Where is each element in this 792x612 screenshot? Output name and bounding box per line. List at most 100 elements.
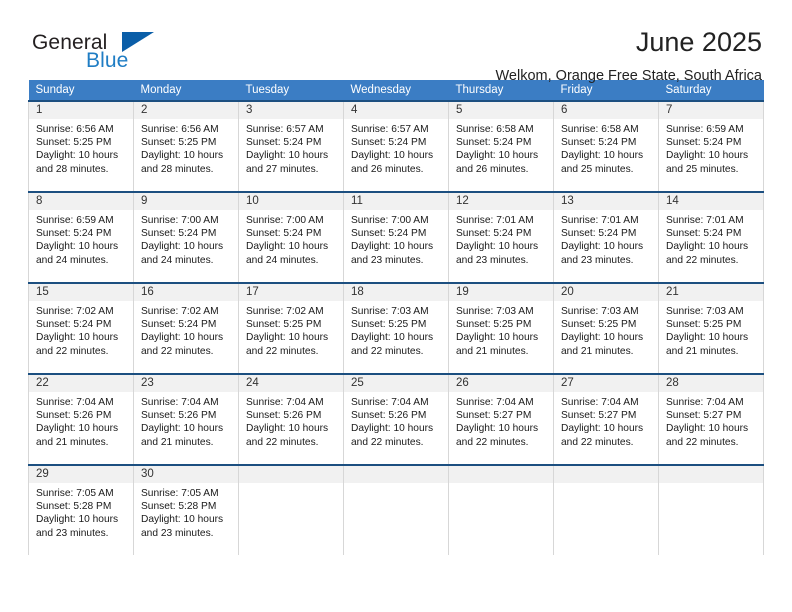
calendar-day-cell[interactable]: 11 Sunrise: 7:00 AM Sunset: 5:24 PM Dayligh… [343,191,449,283]
calendar-page: General Blue June 2025 Welkom, Orange Fr… [0,0,792,612]
calendar-day-cell[interactable]: 21 Sunrise: 7:03 AM Sunset: 5:25 PM Dayligh… [658,282,764,374]
daylight-duration-line2: and 22 minutes. [351,345,424,357]
calendar-day-cell[interactable]: 10 Sunrise: 7:00 AM Sunset: 5:24 PM Dayligh… [238,191,344,283]
calendar-day-cell[interactable]: 4 Sunrise: 6:57 AM Sunset: 5:24 PM Daylight… [343,100,449,192]
calendar-day-cell[interactable]: 1 Sunrise: 6:56 AM Sunset: 5:25 PM Daylight… [28,100,134,192]
day-number: 27 [554,375,658,392]
day-number: 1 [29,102,133,119]
calendar-day-cell[interactable]: 15 Sunrise: 7:02 AM Sunset: 5:24 PM Dayligh… [28,282,134,374]
calendar-day-cell[interactable]: 30 Sunrise: 7:05 AM Sunset: 5:28 PM Dayligh… [133,464,239,555]
day-number: 26 [449,375,553,392]
daylight-duration-line2: and 21 minutes. [141,436,214,448]
daylight-duration-line1: Daylight: 10 hours [351,241,434,253]
day-details: Sunrise: 7:05 AM Sunset: 5:28 PM Daylight:… [29,483,133,540]
day-details: Sunrise: 7:00 AM Sunset: 5:24 PM Daylight:… [134,210,238,267]
daylight-duration-line2: and 21 minutes. [666,345,739,357]
day-number: 30 [134,466,238,483]
day-number: 22 [29,375,133,392]
calendar-empty-cell [238,464,344,555]
weekday-header-wednesday: Wednesday [343,80,449,101]
daylight-duration-line2: and 26 minutes. [456,163,529,175]
daylight-duration-line1: Daylight: 10 hours [246,150,329,162]
calendar-empty-cell [658,464,764,555]
daylight-duration-line1: Daylight: 10 hours [456,332,539,344]
calendar-day-cell[interactable]: 25 Sunrise: 7:04 AM Sunset: 5:26 PM Dayligh… [343,373,449,465]
daylight-duration-line1: Daylight: 10 hours [36,150,119,162]
daylight-duration-line1: Daylight: 10 hours [246,423,329,435]
brand-logo[interactable]: General Blue [28,28,178,74]
sunset-time: Sunset: 5:24 PM [561,228,637,240]
sunrise-time: Sunrise: 7:04 AM [456,397,534,408]
sunrise-time: Sunrise: 6:56 AM [36,124,114,135]
day-details: Sunrise: 7:04 AM Sunset: 5:26 PM Daylight:… [344,392,448,449]
calendar-day-cell[interactable]: 19 Sunrise: 7:03 AM Sunset: 5:25 PM Dayligh… [448,282,554,374]
calendar-day-cell[interactable]: 17 Sunrise: 7:02 AM Sunset: 5:25 PM Dayligh… [238,282,344,374]
day-details: Sunrise: 6:59 AM Sunset: 5:24 PM Daylight:… [29,210,133,267]
sunrise-time: Sunrise: 7:04 AM [141,397,219,408]
day-details: Sunrise: 7:03 AM Sunset: 5:25 PM Daylight:… [449,301,553,358]
sunrise-time: Sunrise: 6:59 AM [36,215,114,226]
calendar-day-cell[interactable]: 24 Sunrise: 7:04 AM Sunset: 5:26 PM Dayligh… [238,373,344,465]
page-subtitle: Welkom, Orange Free State, South Africa [495,67,763,84]
weekday-header-tuesday: Tuesday [238,80,344,101]
day-details: Sunrise: 7:01 AM Sunset: 5:24 PM Daylight:… [449,210,553,267]
daylight-duration-line1: Daylight: 10 hours [561,241,644,253]
calendar-day-cell[interactable]: 9 Sunrise: 7:00 AM Sunset: 5:24 PM Daylight… [133,191,239,283]
day-details: Sunrise: 6:58 AM Sunset: 5:24 PM Daylight:… [554,119,658,176]
calendar-day-cell[interactable]: 18 Sunrise: 7:03 AM Sunset: 5:25 PM Dayligh… [343,282,449,374]
calendar-empty-cell [343,464,449,555]
sunrise-time: Sunrise: 6:59 AM [666,124,744,135]
day-details: Sunrise: 7:01 AM Sunset: 5:24 PM Daylight:… [659,210,763,267]
day-number: 5 [449,102,553,119]
calendar-day-cell[interactable]: 6 Sunrise: 6:58 AM Sunset: 5:24 PM Daylight… [553,100,659,192]
calendar-day-cell[interactable]: 27 Sunrise: 7:04 AM Sunset: 5:27 PM Dayligh… [553,373,659,465]
calendar-day-cell[interactable]: 26 Sunrise: 7:04 AM Sunset: 5:27 PM Dayligh… [448,373,554,465]
calendar-day-cell[interactable]: 7 Sunrise: 6:59 AM Sunset: 5:24 PM Daylight… [658,100,764,192]
title-block: June 2025 Welkom, Orange Free State, Sou… [495,27,765,84]
day-number [554,466,658,483]
day-number: 17 [239,284,343,301]
day-number: 14 [659,193,763,210]
daylight-duration-line2: and 28 minutes. [36,163,109,175]
sunset-time: Sunset: 5:24 PM [666,137,742,149]
sunrise-time: Sunrise: 6:58 AM [561,124,639,135]
calendar-day-cell[interactable]: 16 Sunrise: 7:02 AM Sunset: 5:24 PM Dayligh… [133,282,239,374]
day-number: 6 [554,102,658,119]
calendar-day-cell[interactable]: 12 Sunrise: 7:01 AM Sunset: 5:24 PM Dayligh… [448,191,554,283]
daylight-duration-line1: Daylight: 10 hours [666,150,749,162]
calendar-day-cell[interactable]: 23 Sunrise: 7:04 AM Sunset: 5:26 PM Dayligh… [133,373,239,465]
sunset-time: Sunset: 5:27 PM [456,410,532,422]
calendar-day-cell[interactable]: 5 Sunrise: 6:58 AM Sunset: 5:24 PM Daylight… [448,100,554,192]
calendar-day-cell[interactable]: 8 Sunrise: 6:59 AM Sunset: 5:24 PM Daylight… [28,191,134,283]
daylight-duration-line1: Daylight: 10 hours [666,332,749,344]
daylight-duration-line1: Daylight: 10 hours [36,241,119,253]
day-number [449,466,553,483]
calendar-day-cell[interactable]: 14 Sunrise: 7:01 AM Sunset: 5:24 PM Dayligh… [658,191,764,283]
sunset-time: Sunset: 5:24 PM [456,137,532,149]
calendar-day-cell[interactable]: 3 Sunrise: 6:57 AM Sunset: 5:24 PM Daylight… [238,100,344,192]
sunrise-time: Sunrise: 7:04 AM [666,397,744,408]
calendar-day-cell[interactable]: 2 Sunrise: 6:56 AM Sunset: 5:25 PM Daylight… [133,100,239,192]
calendar-day-cell[interactable]: 29 Sunrise: 7:05 AM Sunset: 5:28 PM Dayligh… [28,464,134,555]
calendar-day-cell[interactable]: 28 Sunrise: 7:04 AM Sunset: 5:27 PM Dayligh… [658,373,764,465]
logo-text-blue: Blue [86,49,129,72]
sunrise-time: Sunrise: 7:03 AM [561,306,639,317]
day-details: Sunrise: 7:02 AM Sunset: 5:24 PM Daylight:… [134,301,238,358]
daylight-duration-line2: and 23 minutes. [456,254,529,266]
day-number [659,466,763,483]
calendar-day-cell[interactable]: 13 Sunrise: 7:01 AM Sunset: 5:24 PM Dayligh… [553,191,659,283]
sunset-time: Sunset: 5:24 PM [246,137,322,149]
daylight-duration-line2: and 27 minutes. [246,163,319,175]
sunset-time: Sunset: 5:24 PM [36,228,112,240]
calendar-empty-cell [448,464,554,555]
sunrise-time: Sunrise: 6:56 AM [141,124,219,135]
sunset-time: Sunset: 5:25 PM [246,319,322,331]
day-details: Sunrise: 7:00 AM Sunset: 5:24 PM Daylight:… [344,210,448,267]
sunrise-time: Sunrise: 7:00 AM [141,215,219,226]
day-details: Sunrise: 7:02 AM Sunset: 5:25 PM Daylight:… [239,301,343,358]
calendar-day-cell[interactable]: 20 Sunrise: 7:03 AM Sunset: 5:25 PM Dayligh… [553,282,659,374]
day-details: Sunrise: 7:02 AM Sunset: 5:24 PM Daylight:… [29,301,133,358]
calendar-day-cell[interactable]: 22 Sunrise: 7:04 AM Sunset: 5:26 PM Dayligh… [28,373,134,465]
daylight-duration-line1: Daylight: 10 hours [141,150,224,162]
daylight-duration-line2: and 24 minutes. [246,254,319,266]
